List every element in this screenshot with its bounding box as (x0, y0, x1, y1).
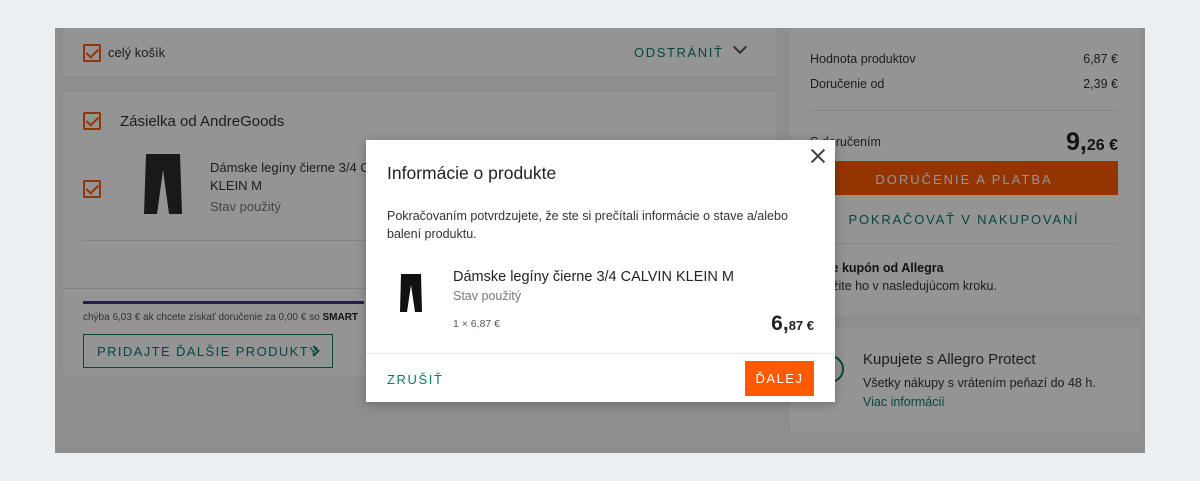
dialog-description: Pokračovaním potvrdzujete, že ste si pre… (387, 209, 788, 241)
dialog-price: 6,87 € (771, 312, 814, 336)
dialog-price-int: 6, (771, 312, 789, 335)
dialog-price-dec: 87 € (788, 318, 814, 333)
next-button[interactable]: ĎALEJ (745, 361, 814, 396)
dialog-title: Informácie o produkte (387, 163, 557, 183)
dialog-quantity: 1 × 6,87 € (453, 318, 500, 330)
leggings-image (400, 274, 422, 312)
dialog-product-state: Stav použitý (453, 289, 522, 303)
product-info-dialog: Informácie o produkte Pokračovaním potvr… (366, 140, 835, 402)
close-icon[interactable] (809, 147, 827, 165)
dialog-product-name: Dámske legíny čierne 3/4 CALVIN KLEIN M (453, 269, 734, 285)
cancel-button[interactable]: ZRUŠIŤ (387, 372, 444, 387)
dialog-divider (366, 353, 835, 354)
